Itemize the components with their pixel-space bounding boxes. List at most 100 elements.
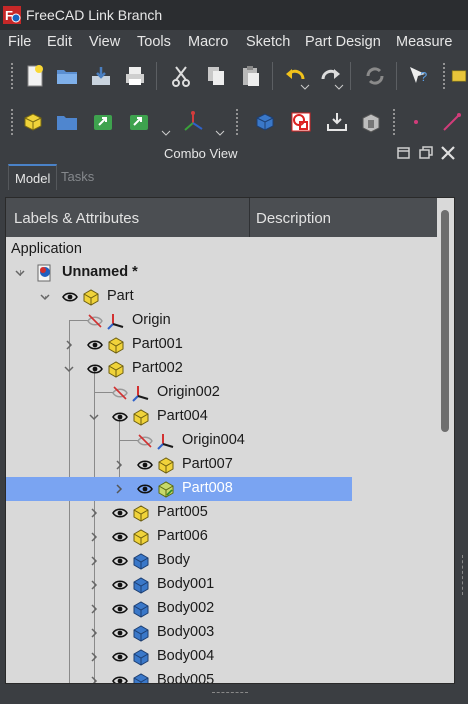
eye-icon[interactable] xyxy=(112,602,128,616)
tree-row-part007[interactable]: Part007 xyxy=(6,453,438,477)
tab-model[interactable]: Model xyxy=(8,164,58,190)
menu-part-design[interactable]: Part Design xyxy=(305,34,381,50)
chevron-right-icon[interactable] xyxy=(64,340,74,350)
tab-tasks[interactable]: Tasks xyxy=(55,164,100,188)
link-actions-dropdown-arrow[interactable] xyxy=(161,125,171,136)
undo-dropdown-arrow[interactable] xyxy=(300,79,310,90)
eye-icon[interactable] xyxy=(137,482,153,496)
menu-edit[interactable]: Edit xyxy=(47,34,72,50)
toolbar-grip[interactable] xyxy=(10,62,15,90)
tree-row-part004[interactable]: Part004 xyxy=(6,405,438,429)
tree-row-origin004[interactable]: Origin004 xyxy=(6,429,438,453)
menu-measure[interactable]: Measure xyxy=(396,34,452,50)
chevron-right-icon[interactable] xyxy=(89,652,99,662)
create-group-button[interactable] xyxy=(52,107,82,137)
menu-tools[interactable]: Tools xyxy=(137,34,171,50)
chevron-right-icon[interactable] xyxy=(89,604,99,614)
tree-row-origin002[interactable]: Origin002 xyxy=(6,381,438,405)
menu-sketch[interactable]: Sketch xyxy=(246,34,290,50)
chevron-right-icon[interactable] xyxy=(89,676,99,684)
eye-hidden-icon[interactable] xyxy=(112,386,128,400)
point-button[interactable] xyxy=(401,107,431,137)
chevron-right-icon[interactable] xyxy=(89,532,99,542)
toolbar-grip[interactable] xyxy=(442,62,447,90)
cut-button[interactable] xyxy=(166,61,196,91)
create-body-button[interactable] xyxy=(250,107,280,137)
chevron-down-icon[interactable] xyxy=(64,364,74,374)
chevron-right-icon[interactable] xyxy=(89,628,99,638)
eye-icon[interactable] xyxy=(112,530,128,544)
create-part-button[interactable] xyxy=(18,107,48,137)
chevron-right-icon[interactable] xyxy=(114,460,124,470)
toolbar-grip[interactable] xyxy=(392,108,397,136)
tree-vertical-scrollbar[interactable] xyxy=(437,198,454,683)
tree-row-body[interactable]: Body xyxy=(6,549,438,573)
workbench-button[interactable] xyxy=(450,61,468,91)
chevron-down-icon[interactable] xyxy=(40,292,50,302)
validate-sketch-button[interactable] xyxy=(322,107,352,137)
new-document-button[interactable] xyxy=(20,61,50,91)
column-header-description[interactable]: Description xyxy=(256,210,331,227)
line-button[interactable] xyxy=(436,107,466,137)
tree-row-body005[interactable]: Body005 xyxy=(6,669,438,684)
menu-file[interactable]: File xyxy=(8,34,31,50)
panel-options-icon[interactable] xyxy=(396,145,412,161)
print-button[interactable] xyxy=(120,61,150,91)
panel-float-icon[interactable] xyxy=(418,145,434,161)
panel-resize-handle[interactable] xyxy=(212,692,248,696)
tree-row-part[interactable]: Part xyxy=(6,285,438,309)
chevron-down-icon[interactable] xyxy=(89,412,99,422)
chevron-right-icon[interactable] xyxy=(89,508,99,518)
eye-icon[interactable] xyxy=(112,554,128,568)
tree-row-body003[interactable]: Body003 xyxy=(6,621,438,645)
menu-view[interactable]: View xyxy=(89,34,120,50)
tree-row-part008[interactable]: Part008 xyxy=(6,477,438,501)
model-tree[interactable]: Labels & Attributes Description Applicat… xyxy=(5,197,455,684)
panel-close-icon[interactable] xyxy=(440,145,456,161)
tree-row-body001[interactable]: Body001 xyxy=(6,573,438,597)
eye-icon[interactable] xyxy=(87,338,103,352)
menu-macro[interactable]: Macro xyxy=(188,34,228,50)
tree-row-document[interactable]: Unnamed * xyxy=(6,261,438,285)
chevron-down-icon[interactable] xyxy=(15,268,25,278)
eye-hidden-icon[interactable] xyxy=(87,314,103,328)
eye-icon[interactable] xyxy=(137,458,153,472)
tree-row-part001[interactable]: Part001 xyxy=(6,333,438,357)
redo-dropdown-arrow[interactable] xyxy=(334,79,344,90)
eye-icon[interactable] xyxy=(112,650,128,664)
dock-resize-handle[interactable] xyxy=(462,555,466,595)
eye-icon[interactable] xyxy=(112,674,128,684)
tree-row-body004[interactable]: Body004 xyxy=(6,645,438,669)
eye-hidden-icon[interactable] xyxy=(137,434,153,448)
shape-binder-button[interactable] xyxy=(356,107,386,137)
open-button[interactable] xyxy=(52,61,82,91)
chevron-right-icon[interactable] xyxy=(89,580,99,590)
tree-row-body002[interactable]: Body002 xyxy=(6,597,438,621)
refresh-button[interactable] xyxy=(360,61,390,91)
tree-row-part006[interactable]: Part006 xyxy=(6,525,438,549)
scrollbar-thumb[interactable] xyxy=(441,210,449,432)
tree-row-part005[interactable]: Part005 xyxy=(6,501,438,525)
tree-row-origin[interactable]: Origin xyxy=(6,309,438,333)
copy-button[interactable] xyxy=(201,61,231,91)
datum-dropdown-arrow[interactable] xyxy=(215,125,225,136)
eye-icon[interactable] xyxy=(112,578,128,592)
toolbar-grip[interactable] xyxy=(10,108,15,136)
datum-cs-button[interactable] xyxy=(178,107,208,137)
eye-icon[interactable] xyxy=(112,410,128,424)
save-button[interactable] xyxy=(86,61,116,91)
eye-icon[interactable] xyxy=(87,362,103,376)
eye-icon[interactable] xyxy=(112,626,128,640)
whats-this-button[interactable]: ? xyxy=(404,61,434,91)
toolbar-grip[interactable] xyxy=(235,108,240,136)
eye-icon[interactable] xyxy=(112,506,128,520)
make-link-button[interactable] xyxy=(88,107,118,137)
chevron-right-icon[interactable] xyxy=(114,484,124,494)
paste-button[interactable] xyxy=(236,61,266,91)
eye-icon[interactable] xyxy=(62,290,78,304)
tree-row-part002[interactable]: Part002 xyxy=(6,357,438,381)
create-sketch-button[interactable] xyxy=(286,107,316,137)
chevron-right-icon[interactable] xyxy=(89,556,99,566)
link-actions-button[interactable] xyxy=(124,107,154,137)
column-header-labels[interactable]: Labels & Attributes xyxy=(14,210,139,227)
